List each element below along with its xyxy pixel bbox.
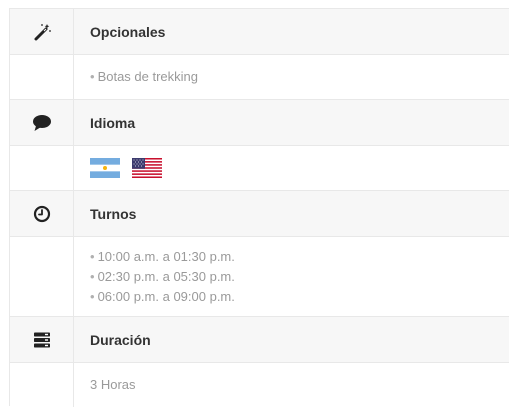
- empty-icon-cell: [10, 237, 74, 316]
- turnos-title-cell: Turnos: [74, 191, 509, 236]
- tour-details-table: Opcionales • Botas de trekking Idioma Tu…: [9, 8, 509, 407]
- server-icon: [33, 332, 50, 347]
- empty-icon-cell: [10, 146, 74, 190]
- duracion-icon-cell: [10, 317, 74, 362]
- list-item-text: 02:30 p.m. a 05:30 p.m.: [97, 268, 235, 284]
- argentina-flag-icon[interactable]: [90, 158, 120, 178]
- bullet: •: [90, 69, 95, 84]
- idioma-flags-cell: [74, 146, 509, 190]
- opcionales-header-row: Opcionales: [10, 9, 509, 55]
- list-item: • 10:00 a.m. a 01:30 p.m.: [90, 247, 509, 267]
- turnos-list: • 10:00 a.m. a 01:30 p.m. • 02:30 p.m. a 0…: [74, 237, 509, 316]
- bullet: •: [90, 288, 95, 304]
- magic-wand-icon: [34, 23, 51, 40]
- duracion-header-row: Duración: [10, 317, 509, 363]
- empty-icon-cell: [10, 363, 74, 407]
- idioma-title-cell: Idioma: [74, 100, 509, 145]
- duration-value: 3 Horas: [90, 377, 136, 392]
- bullet: •: [90, 268, 95, 284]
- opcionales-list: • Botas de trekking: [74, 55, 509, 99]
- opcionales-icon-cell: [10, 9, 74, 54]
- idioma-icon-cell: [10, 100, 74, 145]
- opcionales-content-row: • Botas de trekking: [10, 55, 509, 100]
- duracion-value-cell: 3 Horas: [74, 363, 509, 407]
- bullet: •: [90, 248, 95, 264]
- idioma-header-row: Idioma: [10, 100, 509, 146]
- usa-flag-icon[interactable]: [132, 158, 162, 178]
- list-item: • 06:00 p.m. a 09:00 p.m.: [90, 287, 509, 307]
- empty-icon-cell: [10, 55, 74, 99]
- turnos-icon-cell: [10, 191, 74, 236]
- duracion-content-row: 3 Horas: [10, 363, 509, 407]
- list-item-text: 10:00 a.m. a 01:30 p.m.: [97, 248, 235, 264]
- section-title-turnos: Turnos: [90, 205, 137, 222]
- clock-icon: [33, 205, 50, 222]
- list-item: • Botas de trekking: [90, 67, 509, 87]
- duracion-title-cell: Duración: [74, 317, 509, 362]
- section-title-opcionales: Opcionales: [90, 23, 166, 40]
- speech-bubble-icon: [32, 114, 51, 131]
- turnos-content-row: • 10:00 a.m. a 01:30 p.m. • 02:30 p.m. a 0…: [10, 237, 509, 317]
- language-flags: [90, 158, 509, 178]
- turnos-header-row: Turnos: [10, 191, 509, 237]
- list-item: • 02:30 p.m. a 05:30 p.m.: [90, 267, 509, 287]
- section-title-duracion: Duración: [90, 331, 151, 348]
- opcionales-title-cell: Opcionales: [74, 9, 509, 54]
- list-item-text: 06:00 p.m. a 09:00 p.m.: [97, 288, 235, 304]
- list-item-text: Botas de trekking: [97, 69, 199, 84]
- idioma-content-row: [10, 146, 509, 191]
- section-title-idioma: Idioma: [90, 114, 136, 131]
